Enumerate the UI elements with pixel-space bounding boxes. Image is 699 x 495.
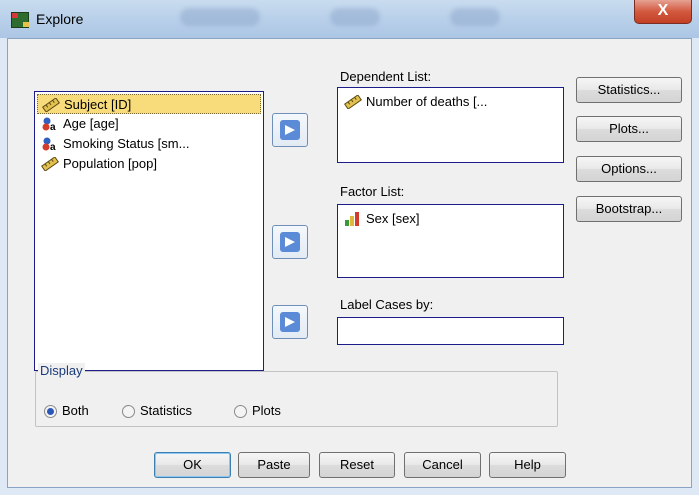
list-item-age[interactable]: a Age [age] [37,114,119,134]
arrow-right-icon [280,120,300,140]
move-to-label-cases-button[interactable] [272,305,308,339]
paste-button[interactable]: Paste [238,452,310,478]
nominal-icon: a [42,137,56,151]
background-blur [450,8,500,26]
window-title: Explore [36,11,84,27]
list-item-sex[interactable]: Sex [sex] [340,209,419,229]
arrow-right-icon [280,312,300,332]
arrow-right-icon [280,232,300,252]
app-icon [11,12,29,28]
radio-statistics-label[interactable]: Statistics [140,403,192,418]
bar-chart-icon [345,212,359,226]
ruler-icon [42,98,60,112]
display-group-title: Display [38,363,85,378]
close-button[interactable]: X [634,0,692,24]
reset-button[interactable]: Reset [319,452,395,478]
list-item-subject[interactable]: Subject [ID] [37,94,261,114]
move-to-dependent-button[interactable] [272,113,308,147]
background-blur [180,8,260,26]
move-to-factor-button[interactable] [272,225,308,259]
list-item-label: Number of deaths [... [366,94,488,109]
label-cases-field[interactable] [337,317,564,345]
nominal-icon: a [42,117,56,131]
background-blur [330,8,380,26]
statistics-button[interactable]: Statistics... [576,77,682,103]
dialog-body: Subject [ID] a Age [age] a Smoking Statu… [7,38,692,488]
dependent-list-label: Dependent List: [340,69,432,84]
cancel-button[interactable]: Cancel [404,452,481,478]
plots-button[interactable]: Plots... [576,116,682,142]
list-item-label: Smoking Status [sm... [63,136,190,151]
radio-plots-label[interactable]: Plots [252,403,281,418]
bootstrap-button[interactable]: Bootstrap... [576,196,682,222]
help-button[interactable]: Help [489,452,566,478]
radio-plots[interactable] [234,405,247,418]
svg-text:a: a [50,122,56,131]
list-item-label: Population [pop] [63,156,157,171]
svg-text:a: a [50,142,56,151]
variable-list[interactable]: Subject [ID] a Age [age] a Smoking Statu… [34,91,264,371]
options-button[interactable]: Options... [576,156,682,182]
display-group [35,371,558,427]
ruler-icon [344,95,362,109]
radio-both-label[interactable]: Both [62,403,89,418]
factor-list-label: Factor List: [340,184,405,199]
radio-statistics[interactable] [122,405,135,418]
list-item-population[interactable]: Population [pop] [37,154,157,174]
label-cases-label: Label Cases by: [340,297,434,312]
list-item-label: Sex [sex] [366,211,420,226]
list-item-label: Age [age] [63,116,119,131]
factor-list[interactable]: Sex [sex] [337,204,564,278]
list-item-number-of-deaths[interactable]: Number of deaths [... [340,92,487,112]
ok-button[interactable]: OK [154,452,231,478]
list-item-smoking-status[interactable]: a Smoking Status [sm... [37,134,189,154]
list-item-label: Subject [ID] [64,97,132,112]
radio-both[interactable] [44,405,57,418]
title-bar[interactable]: Explore X [0,0,699,38]
ruler-icon [41,157,59,171]
dependent-list[interactable]: Number of deaths [... [337,87,564,163]
